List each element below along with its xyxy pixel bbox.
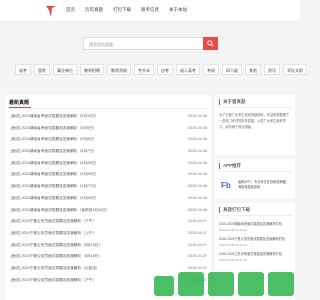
tag-upgrade[interactable]: 专升本 xyxy=(134,64,154,75)
list-item-title[interactable]: [面试] 2024湖南省考面试真题及答案解析（5月7日） xyxy=(11,149,96,161)
search-button[interactable] xyxy=(203,37,218,50)
category-tags: 省考 国考 事业单位 教师招聘 教师资格 专升本 自考 成人高考 考研 四六级 … xyxy=(15,64,307,80)
top-navbar: 首页 历年真题 打包下载 联考信息 关于本站 xyxy=(0,0,300,22)
app-recommend-panel: APP推荐 Fb 蜜刷APP，专业考试在线刷题神器，海量真题免费练 xyxy=(215,159,295,199)
nav-item-past-papers[interactable]: 历年真题 xyxy=(85,7,103,13)
app-description[interactable]: 蜜刷APP，专业考试在线刷题神器，海量真题免费练 xyxy=(238,180,292,189)
list-item[interactable]: [面试] 2024湖南省考面试真题及答案解析（5月10日） 2025-04-08 xyxy=(11,114,207,126)
panel-title: 最新真题 xyxy=(9,100,30,106)
list-item[interactable]: [面试] 2024湖南省考面试真题及答案解析（4月29日） 2025-04-08 xyxy=(11,161,207,173)
list-item-title[interactable]: [面试] 2024宁夏公务员面试真题及答案解析（5月19日） xyxy=(11,243,102,255)
divider xyxy=(9,108,207,109)
download-item-title[interactable]: 2016-2024湖南省考面试真题及答案解析打包 xyxy=(219,221,293,226)
list-item[interactable]: [面试] 2024宁夏公务员面试真题及答案解析（5月19日） 2025-04-07 xyxy=(11,243,207,255)
list-item[interactable]: [面试] 2024湖南省考面试真题及答案解析（4月26日） 2025-04-08 xyxy=(11,196,207,208)
nav-item-bundle-download[interactable]: 打包下载 xyxy=(113,7,131,13)
tag-military-civilian[interactable]: 军队文职 xyxy=(283,64,307,75)
list-item[interactable]: [面试] 2024宁夏公务员面试真题及答案解析（下午） 2025-04-07 xyxy=(11,219,207,231)
tag-self-study[interactable]: 自考 xyxy=(157,64,173,75)
about-panel: 关于蜜真题 为了方便广大考生找到真题资料，本站收集整理了一些热门考试的历年真题，… xyxy=(215,95,295,155)
tag-adult-exam[interactable]: 成人高考 xyxy=(176,64,200,75)
list-item[interactable]: [面试] 2024宁夏公务员面试真题及答案解析（上午） 2025-04-07 xyxy=(11,231,207,243)
list-item-date: 2025-04-08 xyxy=(188,149,207,154)
tag-national-exam[interactable]: 国考 xyxy=(34,64,50,75)
tag-provincial-exam[interactable]: 省考 xyxy=(15,64,31,75)
tag-cet[interactable]: 四六级 xyxy=(222,64,242,75)
tag-postgraduate[interactable]: 考研 xyxy=(203,64,219,75)
list-item-date: 2025-04-08 xyxy=(188,184,207,189)
download-item-date: 2025-04-08 20:43:24 xyxy=(219,228,247,232)
downloads-title: 真题打包下载 xyxy=(219,207,250,213)
list-item[interactable]: [面试] 2024湖南省考面试真题及答案解析（5月9日） 2025-04-08 xyxy=(11,126,207,138)
list-item-title[interactable]: [面试] 2024宁夏公务员面试真题及答案解析（上午） xyxy=(11,231,96,243)
list-item[interactable]: [面试] 2024湖南省考面试真题及答案解析（5月8日） 2025-04-08 xyxy=(11,137,207,149)
list-item-title[interactable]: [面试] 2024湖南省考面试真题及答案解析（省税务4月26日） xyxy=(11,208,110,220)
list-item-date: 2025-04-07 xyxy=(188,219,207,224)
list-item-title[interactable]: [面试] 2024宁夏公务员面试真题及答案解析（5月18日） xyxy=(11,254,102,266)
divider xyxy=(218,107,292,108)
main-nav: 首页 历年真题 打包下载 联考信息 关于本站 xyxy=(66,7,197,13)
list-item-date: 2025-04-08 xyxy=(188,172,207,177)
download-item-date: 2025-04-08 20:43:24 xyxy=(219,243,247,247)
app-logo-icon[interactable]: Fb xyxy=(220,178,234,192)
tag-teacher-recruitment[interactable]: 教师招聘 xyxy=(80,64,104,75)
svg-text:Fb: Fb xyxy=(221,181,231,190)
divider xyxy=(218,215,292,216)
list-item-title[interactable]: [面试] 2024湖南省考面试真题及答案解析（4月26日） xyxy=(11,196,99,208)
download-item-title[interactable]: 2016-2024江苏省考面试真题及答案解析打包 xyxy=(219,251,293,256)
about-title: 关于蜜真题 xyxy=(219,99,246,105)
list-item-title[interactable]: [面试] 2024湖南省考面试真题及答案解析（5月9日） xyxy=(11,126,96,138)
search-input[interactable]: 搜索您的真题... xyxy=(83,37,203,50)
tag-teacher-qualification[interactable]: 教师资格 xyxy=(107,64,131,75)
list-item-title[interactable]: [面试] 2024湖南省考面试真题及答案解析（5月8日） xyxy=(11,137,96,149)
nav-item-about[interactable]: 关于本站 xyxy=(169,7,187,13)
tag-other[interactable]: 其他 xyxy=(245,64,261,75)
list-item-date: 2025-04-08 xyxy=(188,114,207,118)
list-item-date: 2025-04-08 xyxy=(188,195,207,200)
about-text: 为了方便广大考生找到真题资料，本站收集整理了一些热门考试的历年真题，以供广大考生… xyxy=(219,113,290,129)
list-item-date: 2025-04-08 xyxy=(188,160,207,165)
watermark-logo xyxy=(154,272,294,296)
search-icon xyxy=(207,40,214,47)
list-item-date: 2025-04-07 xyxy=(188,242,207,247)
list-item-date: 2025-04-07 xyxy=(188,230,207,235)
nav-item-exam-info[interactable]: 联考信息 xyxy=(141,7,159,13)
list-item-title[interactable]: [面试] 2024宁夏公务员面试真题及答案解析（下午） xyxy=(11,278,96,290)
list-item-title[interactable]: [面试] 2024湖南省考面试真题及答案解析（5月10日） xyxy=(11,114,99,126)
list-item-title[interactable]: [面试] 2024宁夏公务员面试真题及答案解析（下午） xyxy=(11,219,96,231)
nav-item-home[interactable]: 首页 xyxy=(66,7,75,13)
divider xyxy=(218,171,292,172)
list-item-title[interactable]: [面试] 2024湖南省考面试真题及答案解析（4月29日） xyxy=(11,161,99,173)
list-item[interactable]: [面试] 2024湖南省考面试真题及答案解析（4月28日） 2025-04-08 xyxy=(11,172,207,184)
list-item[interactable]: [面试] 2024湖南省考面试真题及答案解析（4月27日） 2025-04-08 xyxy=(11,184,207,196)
list-item-date: 2025-04-08 xyxy=(188,207,207,212)
list-item-date: 2025-04-08 xyxy=(188,125,207,130)
tag-news[interactable]: 资讯 xyxy=(264,64,280,75)
tag-public-institution[interactable]: 事业单位 xyxy=(53,64,77,75)
download-item[interactable]: 2016-2024江苏省考面试真题及答案解析打包 2025-04-08 20:4… xyxy=(219,251,293,262)
list-item[interactable]: [面试] 2024湖南省考面试真题及答案解析（省税务4月26日） 2025-04-… xyxy=(11,208,207,220)
list-item-date: 2025-04-08 xyxy=(188,137,207,142)
list-item[interactable]: [面试] 2024湖南省考面试真题及答案解析（5月7日） 2025-04-08 xyxy=(11,149,207,161)
list-item-title[interactable]: [面试] 2024宁夏公务员面试真题及答案解析（公检法） xyxy=(11,266,100,278)
download-item[interactable]: 2016-2024湖南省考面试真题及答案解析打包 2025-04-08 20:4… xyxy=(219,221,293,232)
site-logo[interactable] xyxy=(45,4,57,18)
download-item-title[interactable]: 2016-2024宁夏公务员面试真题及答案解析打包 xyxy=(219,236,293,241)
list-item-title[interactable]: [面试] 2024湖南省考面试真题及答案解析（4月28日） xyxy=(11,172,99,184)
app-title: APP推荐 xyxy=(219,163,241,169)
download-item[interactable]: 2016-2024宁夏公务员面试真题及答案解析打包 2025-04-08 20:… xyxy=(219,236,293,247)
list-item-title[interactable]: [面试] 2024湖南省考面试真题及答案解析（4月27日） xyxy=(11,184,99,196)
